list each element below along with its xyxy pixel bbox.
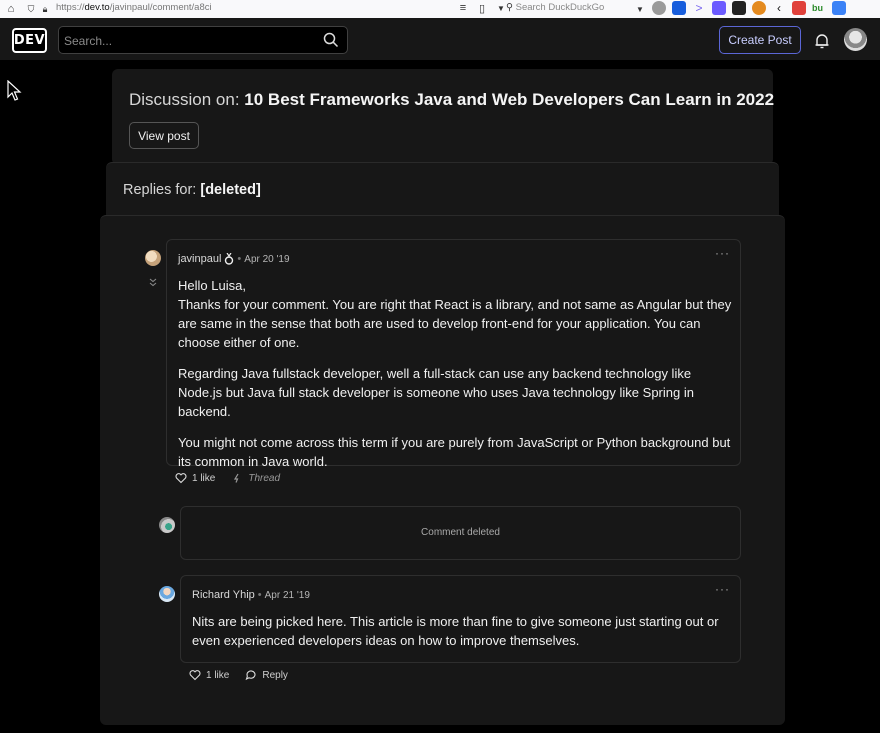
- comment-richard-yhip: Richard Yhip • Apr 21 '19 ··· Nits are b…: [180, 575, 741, 663]
- site-header: DEV Create Post: [0, 18, 880, 60]
- heart-icon: [175, 473, 187, 484]
- more-options-icon[interactable]: ···: [715, 246, 730, 260]
- meta-separator: •: [257, 589, 262, 601]
- comments-card: javinpaul • Apr 20 '19 ··· Hello Luisa, …: [100, 215, 785, 725]
- url-scheme: https://: [56, 2, 85, 13]
- comment-meta: javinpaul • Apr 20 '19: [178, 253, 290, 265]
- menu-extension-icon[interactable]: [732, 1, 746, 15]
- discussion-prefix: Discussion on:: [129, 90, 245, 109]
- search-engine-icon: ⚲: [506, 2, 513, 13]
- url-host: dev.to: [84, 2, 110, 13]
- heart-icon: [189, 670, 201, 681]
- comment-paragraph: Hello Luisa, Thanks for your comment. Yo…: [178, 278, 732, 350]
- comment-paragraph: Regarding Java fullstack developer, well…: [178, 366, 694, 419]
- replies-target: [deleted]: [200, 182, 261, 198]
- comment-meta: Richard Yhip • Apr 21 '19: [192, 589, 310, 601]
- thread-label: Thread: [248, 472, 281, 484]
- comment-deleted: Comment deleted: [180, 506, 741, 560]
- avatar-richard-yhip[interactable]: [159, 586, 175, 602]
- search-icon[interactable]: [323, 32, 339, 48]
- collapse-icon[interactable]: [148, 276, 158, 288]
- reply-bubble-icon: [245, 670, 256, 681]
- medal-badge-icon: [225, 253, 234, 265]
- comment-actions: 1 like Reply: [189, 669, 288, 681]
- bu-extension-icon[interactable]: bu: [812, 1, 826, 15]
- search-dropdown-icon[interactable]: ▼: [633, 2, 647, 16]
- comment-actions: 1 like Thread: [175, 472, 280, 484]
- meta-separator: •: [237, 253, 242, 265]
- browser-tools: ≡ ▯ ▼: [456, 1, 508, 15]
- arrow-extension-icon[interactable]: >: [692, 1, 706, 15]
- thread-link[interactable]: Thread: [231, 472, 280, 484]
- url-bar[interactable]: https://dev.to/javinpaul/comment/a8ci: [56, 2, 212, 13]
- article-title-link[interactable]: 10 Best Frameworks Java and Web Develope…: [244, 90, 774, 109]
- comment-paragraph: You might not come across this term if y…: [178, 435, 731, 469]
- profile-extension-icon[interactable]: [652, 1, 666, 15]
- gear-extension-icon[interactable]: [752, 1, 766, 15]
- back-extension-icon[interactable]: ‹: [772, 1, 786, 15]
- discussion-title: Discussion on: 10 Best Frameworks Java a…: [129, 90, 774, 110]
- bitwarden-icon[interactable]: [672, 1, 686, 15]
- replies-header-card: Replies for: [deleted]: [106, 162, 779, 220]
- comment-date[interactable]: Apr 21 '19: [265, 590, 310, 601]
- comment-author-link[interactable]: javinpaul: [178, 253, 221, 265]
- red-extension-icon[interactable]: [792, 1, 806, 15]
- more-options-icon[interactable]: ···: [715, 582, 730, 596]
- reply-button[interactable]: Reply: [245, 669, 288, 681]
- avatar-javinpaul[interactable]: [145, 250, 161, 266]
- duckduckgo-placeholder: Search DuckDuckGo: [515, 2, 605, 13]
- comment-author-link[interactable]: Richard Yhip: [192, 589, 255, 601]
- duckduckgo-search[interactable]: ⚲ Search DuckDuckGo: [506, 2, 646, 13]
- comment-body: Hello Luisa, Thanks for your comment. Yo…: [178, 276, 733, 483]
- bookmark-icon[interactable]: ▯: [475, 1, 489, 15]
- extensions-bar: > ‹ bu: [652, 1, 846, 15]
- create-post-button[interactable]: Create Post: [719, 26, 801, 54]
- lock-icon[interactable]: 🔒︎: [38, 2, 52, 16]
- comment-body: Nits are being picked here. This article…: [192, 612, 732, 662]
- reply-label: Reply: [262, 669, 288, 681]
- replies-prefix: Replies for:: [123, 182, 201, 198]
- dev-logo[interactable]: DEV: [12, 28, 47, 53]
- comment-date[interactable]: Apr 20 '19: [244, 254, 289, 265]
- comment-paragraph: Nits are being picked here. This article…: [192, 614, 719, 648]
- like-count: 1 like: [192, 472, 216, 484]
- search-input[interactable]: [64, 32, 314, 50]
- reader-icon[interactable]: ≡: [456, 1, 470, 15]
- discussion-header-card: Discussion on: 10 Best Frameworks Java a…: [112, 69, 774, 165]
- d-extension-icon[interactable]: [712, 1, 726, 15]
- search-box: [58, 26, 348, 54]
- like-button[interactable]: 1 like: [175, 472, 215, 484]
- browser-toolbar: ⌂ ⛉ 🔒︎ https://dev.to/javinpaul/comment/…: [0, 0, 880, 18]
- blue-extension-icon[interactable]: [832, 1, 846, 15]
- deleted-comment-text: Comment deleted: [421, 527, 500, 538]
- thread-arrow-icon: [234, 473, 239, 483]
- replies-title: Replies for: [deleted]: [123, 182, 261, 198]
- user-avatar[interactable]: [844, 28, 867, 51]
- shield-icon[interactable]: ⛉: [24, 2, 38, 16]
- view-post-button[interactable]: View post: [129, 122, 199, 149]
- bell-icon[interactable]: [813, 32, 831, 50]
- mouse-cursor-icon: [7, 80, 22, 101]
- comment-javinpaul: javinpaul • Apr 20 '19 ··· Hello Luisa, …: [166, 239, 741, 469]
- like-button[interactable]: 1 like: [189, 669, 229, 681]
- url-path: /javinpaul/comment/a8ci: [109, 2, 212, 13]
- home-icon[interactable]: ⌂: [4, 2, 18, 16]
- avatar-deleted-user: [159, 517, 175, 533]
- like-count: 1 like: [206, 669, 230, 681]
